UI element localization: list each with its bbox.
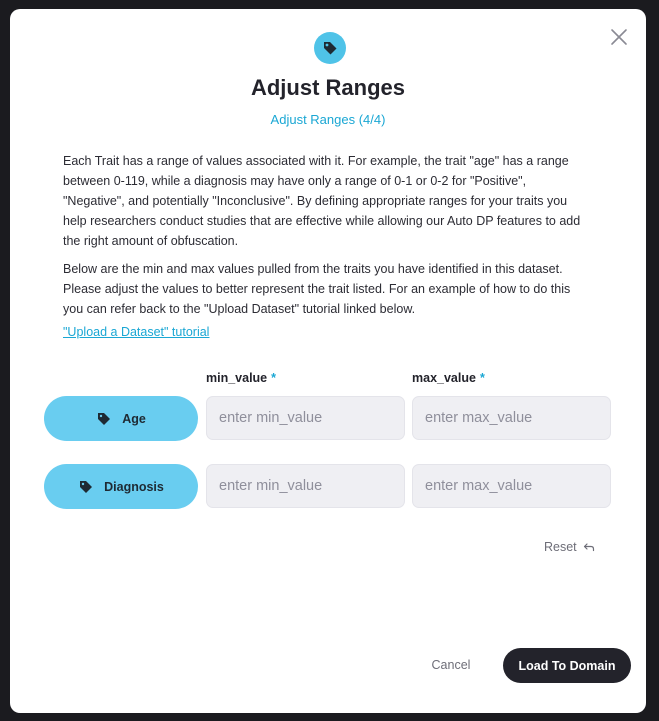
tag-icon bbox=[314, 32, 346, 64]
cancel-button[interactable]: Cancel bbox=[416, 650, 486, 680]
dialog-step-indicator: Adjust Ranges (4/4) bbox=[270, 112, 386, 127]
min-value-column-header: min_value * bbox=[206, 371, 276, 385]
max-value-column-header: max_value * bbox=[412, 371, 485, 385]
description-paragraph: Each Trait has a range of values associa… bbox=[63, 154, 581, 248]
reset-button[interactable]: Reset bbox=[544, 540, 595, 554]
required-marker: * bbox=[479, 371, 485, 385]
tag-icon bbox=[80, 480, 93, 493]
age-min-value-input[interactable] bbox=[206, 396, 405, 440]
reset-label: Reset bbox=[544, 540, 577, 554]
trait-pill-age: Age bbox=[44, 396, 198, 441]
load-to-domain-button[interactable]: Load To Domain bbox=[503, 648, 631, 683]
trait-label: Age bbox=[122, 411, 146, 426]
close-icon[interactable] bbox=[609, 27, 629, 47]
adjust-ranges-dialog: Adjust Ranges Adjust Ranges (4/4) Each T… bbox=[10, 9, 646, 713]
age-max-value-input[interactable] bbox=[412, 396, 611, 440]
max-value-label: max_value bbox=[412, 371, 476, 385]
required-marker: * bbox=[271, 371, 277, 385]
tutorial-link[interactable]: "Upload a Dataset" tutorial bbox=[63, 325, 209, 339]
tag-icon bbox=[98, 412, 111, 425]
trait-pill-diagnosis: Diagnosis bbox=[44, 464, 198, 509]
diagnosis-max-value-input[interactable] bbox=[412, 464, 611, 508]
min-value-label: min_value bbox=[206, 371, 268, 385]
undo-icon bbox=[583, 543, 594, 552]
diagnosis-min-value-input[interactable] bbox=[206, 464, 405, 508]
trait-label: Diagnosis bbox=[104, 479, 164, 494]
instructions-paragraph: Below are the min and max values pulled … bbox=[63, 262, 571, 316]
dialog-title: Adjust Ranges bbox=[250, 75, 406, 100]
